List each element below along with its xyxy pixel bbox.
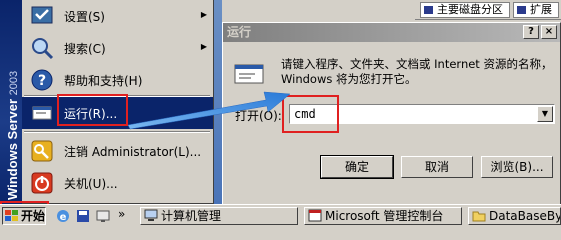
run-dialog: 运行 ? × 请键入程序、文件夹、文档或 Internet 资源的名称，Wind… xyxy=(222,22,561,206)
submenu-arrow-icon: ▶ xyxy=(200,42,207,51)
mmc-icon xyxy=(308,209,322,222)
menu-separator xyxy=(24,131,210,133)
search-icon xyxy=(26,34,58,62)
windows-flag-icon xyxy=(5,210,19,226)
menu-item-logoff[interactable]: 注销 Administrator(L)... xyxy=(22,135,213,167)
taskbar-button-database-folder[interactable]: DataBaseByWy xyxy=(468,207,561,225)
taskbar: 开始 e » 计算机管理 Microsoft 管理控制台 DataBaseByW… xyxy=(0,204,561,226)
settings-icon xyxy=(26,2,58,30)
shutdown-icon xyxy=(26,169,58,197)
browse-button[interactable]: 浏览(B)... xyxy=(481,156,553,178)
bg-tab-primary-partition[interactable]: 主要磁盘分区 xyxy=(420,2,510,18)
menu-item-shutdown[interactable]: 关机(U)... xyxy=(22,167,213,199)
menu-item-help[interactable]: ? 帮助和支持(H) xyxy=(22,64,213,96)
taskbar-button-mmc[interactable]: Microsoft 管理控制台 xyxy=(304,207,462,225)
submenu-arrow-icon: ▶ xyxy=(200,10,207,19)
partition-color-icon xyxy=(517,6,526,14)
desktop-background xyxy=(214,0,222,204)
windows-server-logo-text: Windows Server 2003 xyxy=(5,70,20,200)
cancel-button[interactable]: 取消 xyxy=(401,156,473,178)
background-window-strip: 主要磁盘分区 扩展 xyxy=(415,0,561,20)
svg-text:e: e xyxy=(60,212,67,223)
dialog-title: 运行 xyxy=(227,25,252,39)
run-dialog-icon xyxy=(233,61,265,90)
open-combobox[interactable]: cmd ▼ xyxy=(289,104,555,124)
partition-color-icon xyxy=(424,6,433,14)
menu-item-search[interactable]: 搜索(C) ▶ xyxy=(22,32,213,64)
ok-button[interactable]: 确定 xyxy=(320,155,394,179)
taskbar-button-computer-management[interactable]: 计算机管理 xyxy=(140,207,298,225)
start-button[interactable]: 开始 xyxy=(2,207,46,225)
help-button[interactable]: ? xyxy=(523,25,539,39)
quick-launch-overflow[interactable]: » xyxy=(118,207,125,221)
start-menu: Windows Server 2003 设置(S) ▶ 搜索(C) ▶ ? 帮助… xyxy=(0,0,214,204)
desktop-icon[interactable] xyxy=(96,209,110,223)
save-icon[interactable] xyxy=(76,209,90,223)
computer-management-icon xyxy=(144,209,158,222)
bg-tab-extended[interactable]: 扩展 xyxy=(513,2,559,18)
menu-item-run[interactable]: 运行(R)... xyxy=(22,97,213,129)
close-button[interactable]: × xyxy=(541,25,557,39)
ie-icon[interactable]: e xyxy=(56,209,70,223)
folder-icon xyxy=(472,209,486,222)
run-icon xyxy=(26,99,58,127)
help-icon: ? xyxy=(26,66,58,94)
dialog-description: 请键入程序、文件夹、文档或 Internet 资源的名称，Windows 将为您… xyxy=(281,57,553,86)
chevron-down-icon[interactable]: ▼ xyxy=(537,106,553,122)
open-label: 打开(O): xyxy=(235,109,282,123)
dialog-titlebar[interactable]: 运行 ? × xyxy=(223,23,560,42)
svg-text:?: ? xyxy=(38,73,46,89)
menu-item-settings[interactable]: 设置(S) ▶ xyxy=(22,0,213,32)
start-label: 开始 xyxy=(21,209,46,223)
start-menu-banner: Windows Server 2003 xyxy=(0,0,22,204)
command-input[interactable]: cmd xyxy=(294,107,316,121)
logoff-icon xyxy=(26,137,58,165)
